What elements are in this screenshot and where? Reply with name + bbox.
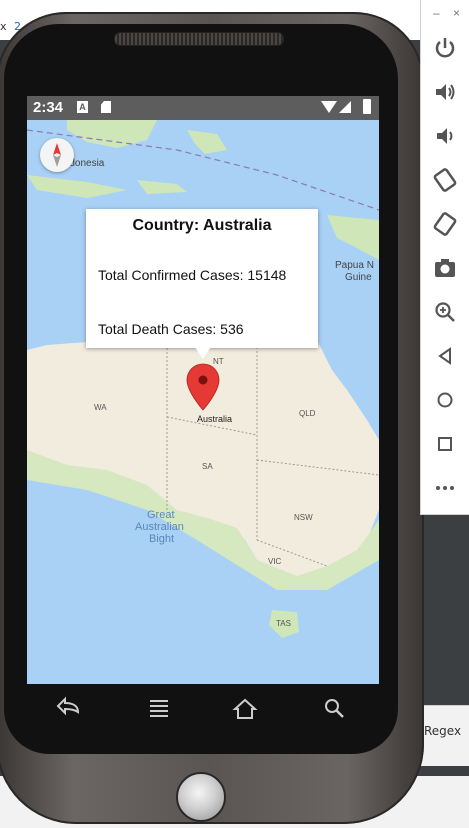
more-icon[interactable]	[431, 474, 459, 502]
compass-icon	[53, 143, 61, 167]
info-window[interactable]: Country: Australia Total Confirmed Cases…	[86, 209, 318, 359]
compass-button[interactable]	[40, 138, 74, 172]
back-icon[interactable]	[431, 342, 459, 370]
death-cases: Total Death Cases: 536	[98, 321, 244, 337]
cell-signal-icon	[339, 101, 351, 113]
label-nt: NT	[213, 357, 224, 366]
ide-tab-fragment[interactable]: x	[0, 20, 7, 33]
hardware-home-button[interactable]	[176, 772, 226, 822]
label-wa: WA	[94, 403, 107, 412]
label-gab-line2: Australian	[135, 521, 184, 533]
label-qld: QLD	[299, 409, 316, 418]
label-papua-line2: Guine	[345, 272, 372, 283]
status-bar: 2:34 A	[27, 96, 379, 120]
label-tas: TAS	[276, 619, 291, 628]
status-time: 2:34	[33, 99, 64, 116]
label-vic: VIC	[268, 557, 282, 566]
back-icon[interactable]	[53, 694, 89, 724]
label-gab-line3: Bight	[149, 533, 174, 545]
map-view[interactable]: Indonesia Papua N Guine WA NT QLD SA NSW…	[27, 120, 379, 684]
label-sa: SA	[202, 462, 213, 471]
label-gab-line1: Great	[147, 509, 175, 521]
camera-icon[interactable]	[431, 254, 459, 282]
wifi-icon	[321, 101, 337, 113]
emulator-toolbar: – ×	[420, 0, 469, 515]
home-icon[interactable]	[227, 694, 263, 724]
marker-dot	[198, 375, 208, 385]
power-icon[interactable]	[431, 34, 459, 62]
search-icon[interactable]	[317, 694, 353, 724]
label-papua-line1: Papua N	[335, 260, 374, 271]
phone-speaker	[114, 32, 284, 46]
volume-down-icon[interactable]	[431, 122, 459, 150]
sd-card-icon	[101, 101, 111, 113]
home-icon[interactable]	[431, 386, 459, 414]
confirmed-cases: Total Confirmed Cases: 15148	[98, 267, 287, 283]
zoom-icon[interactable]	[431, 298, 459, 326]
nav-bar	[27, 684, 379, 734]
info-title: Country: Australia	[132, 217, 272, 234]
rotate-right-icon[interactable]	[431, 210, 459, 238]
battery-icon	[363, 99, 371, 114]
minimize-button[interactable]: –	[433, 6, 440, 20]
menu-icon[interactable]	[141, 694, 177, 724]
label-nsw: NSW	[294, 513, 313, 522]
regex-label[interactable]: Regex	[424, 724, 461, 738]
overview-icon[interactable]	[431, 430, 459, 458]
notification-a-icon: A	[77, 101, 88, 113]
close-button[interactable]: ×	[453, 6, 460, 20]
volume-up-icon[interactable]	[431, 78, 459, 106]
rotate-left-icon[interactable]	[431, 166, 459, 194]
device-screen: 2:34 A Indonesia Papua N Guine WA NT QLD…	[27, 96, 379, 684]
marker-label: Australia	[197, 414, 233, 424]
